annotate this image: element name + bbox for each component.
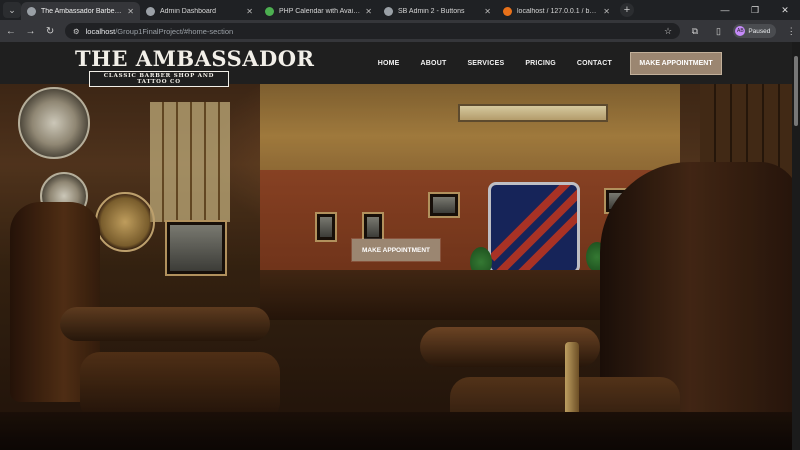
hero-make-appointment-button[interactable]: MAKE APPOINTMENT	[352, 239, 440, 261]
address-host: localhost	[85, 26, 116, 36]
profile-button[interactable]: AB Paused	[733, 24, 777, 38]
extensions-icon[interactable]: ⧉	[686, 26, 704, 37]
browser-toolbar: ← → ↻ ⚙ localhost/Group1FinalProject/#ho…	[0, 20, 800, 42]
close-window-icon[interactable]: ✕	[770, 5, 800, 16]
browser-tab-strip: ⌄ The Ambassador Barbershop Sa ✕ Admin D…	[0, 0, 800, 20]
more-menu-icon[interactable]: ⋮	[782, 26, 800, 37]
page-scrollbar[interactable]	[792, 42, 800, 450]
nav-home[interactable]: HOME	[378, 60, 400, 67]
tab-php-calendar[interactable]: PHP Calendar with Availability ✕	[259, 2, 378, 20]
close-icon[interactable]: ✕	[246, 7, 253, 16]
scrollbar-thumb[interactable]	[794, 56, 798, 126]
nav-contact[interactable]: CONTACT	[577, 60, 612, 67]
nav-services[interactable]: SERVICES	[467, 60, 504, 67]
tab-ambassador[interactable]: The Ambassador Barbershop Sa ✕	[21, 2, 140, 20]
site-info-icon[interactable]: ⚙	[73, 27, 80, 36]
close-icon[interactable]: ✕	[127, 7, 134, 16]
page-viewport: THE AMBASSADOR CLASSIC BARBER SHOP AND T…	[0, 42, 792, 450]
reload-icon[interactable]: ↻	[41, 22, 59, 40]
tab-admin-dashboard[interactable]: Admin Dashboard ✕	[140, 2, 259, 20]
site-nav: HOME ABOUT SERVICES PRICING CONTACT MAKE…	[357, 52, 722, 75]
tab-phpmyadmin[interactable]: localhost / 127.0.0.1 / barbersh ✕	[497, 2, 616, 20]
nav-pricing[interactable]: PRICING	[525, 60, 556, 67]
back-icon[interactable]: ←	[2, 22, 20, 40]
tab-title: Admin Dashboard	[160, 7, 217, 15]
tab-search-icon[interactable]: ⌄	[3, 2, 21, 18]
calendar-icon	[265, 6, 274, 16]
close-icon[interactable]: ✕	[484, 7, 491, 16]
close-icon[interactable]: ✕	[603, 7, 610, 16]
avatar: AB	[735, 26, 746, 36]
nav-make-appointment-button[interactable]: MAKE APPOINTMENT	[630, 52, 722, 75]
new-tab-icon[interactable]: +	[620, 3, 634, 17]
globe-icon	[384, 6, 393, 16]
logo-tagline: CLASSIC BARBER SHOP AND TATTOO CO	[89, 71, 229, 87]
profile-status: Paused	[748, 27, 771, 35]
address-bar[interactable]: ⚙ localhost/Group1FinalProject/#home-sec…	[64, 23, 681, 39]
side-panel-icon[interactable]: ▯	[710, 26, 728, 37]
site-navbar: THE AMBASSADOR CLASSIC BARBER SHOP AND T…	[0, 42, 792, 87]
address-path: /Group1FinalProject/#home-section	[115, 26, 234, 36]
bookmark-star-icon[interactable]: ☆	[664, 26, 672, 37]
tab-title: SB Admin 2 - Buttons	[398, 7, 465, 15]
logo-title: THE AMBASSADOR	[75, 46, 315, 71]
close-icon[interactable]: ✕	[365, 7, 372, 16]
globe-icon	[27, 6, 36, 16]
nav-about[interactable]: ABOUT	[421, 60, 447, 67]
tab-title: The Ambassador Barbershop Sa	[41, 7, 123, 15]
minimize-icon[interactable]: —	[710, 5, 740, 15]
sailboat-icon	[503, 6, 512, 16]
window-controls: — ❐ ✕	[710, 0, 800, 20]
tab-sb-admin[interactable]: SB Admin 2 - Buttons ✕	[378, 2, 497, 20]
maximize-icon[interactable]: ❐	[740, 5, 770, 16]
forward-icon[interactable]: →	[22, 22, 40, 40]
tab-title: localhost / 127.0.0.1 / barbersh	[517, 7, 600, 15]
tab-title: PHP Calendar with Availability	[279, 7, 361, 15]
globe-icon	[146, 6, 155, 16]
site-logo[interactable]: THE AMBASSADOR CLASSIC BARBER SHOP AND T…	[75, 48, 315, 87]
